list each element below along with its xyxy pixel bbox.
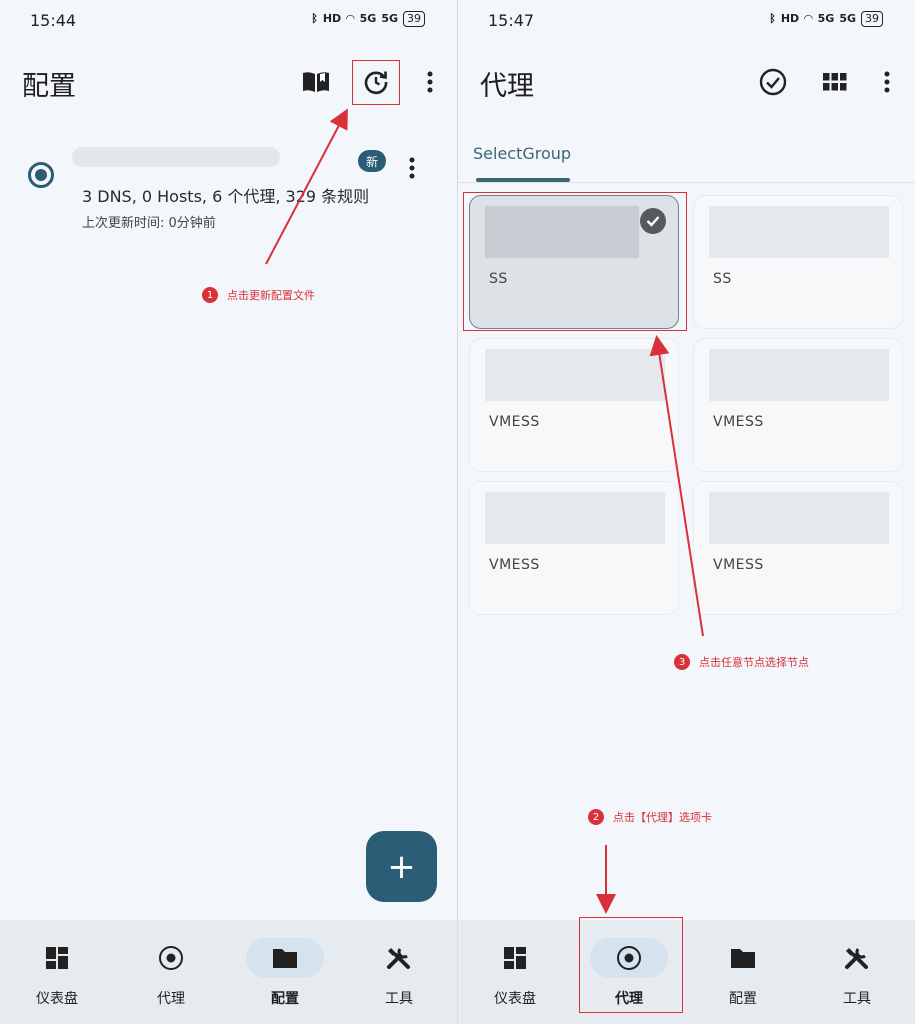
battery-icon: 39 bbox=[403, 11, 425, 27]
profile-name-redacted bbox=[72, 147, 280, 167]
nav-item-profiles[interactable]: 配置 bbox=[686, 920, 800, 1024]
annotation-number: 3 bbox=[674, 654, 690, 670]
bottom-nav: 仪表盘 代理 配置 工具 bbox=[458, 920, 915, 1024]
tab-divider bbox=[458, 182, 915, 183]
folder-icon bbox=[704, 938, 782, 978]
battery-icon: 39 bbox=[861, 11, 883, 27]
dashboard-icon bbox=[18, 938, 96, 978]
proxy-card[interactable]: VMESS bbox=[469, 481, 679, 615]
wifi-icon: ◠ bbox=[346, 12, 355, 25]
annotation-text: 点击任意节点选择节点 bbox=[699, 656, 809, 669]
annotation-step-1: 1 点击更新配置文件 bbox=[202, 287, 315, 303]
nav-item-profiles[interactable]: 配置 bbox=[228, 920, 342, 1024]
signal-icon: 5G bbox=[839, 12, 856, 25]
annotation-step-3: 3 点击任意节点选择节点 bbox=[674, 654, 809, 670]
proxy-card[interactable]: VMESS bbox=[469, 338, 679, 472]
radio-selected-dot bbox=[35, 169, 47, 181]
proxy-type: VMESS bbox=[489, 414, 540, 430]
nav-label: 配置 bbox=[271, 991, 299, 1007]
annotation-highlight-card bbox=[463, 192, 687, 331]
bluetooth-icon: ᛒ bbox=[311, 12, 318, 25]
bluetooth-icon: ᛒ bbox=[769, 12, 776, 25]
radio-target-icon bbox=[132, 938, 210, 978]
nav-label: 仪表盘 bbox=[36, 991, 78, 1007]
proxy-type: SS bbox=[713, 271, 732, 287]
nav-label: 代理 bbox=[157, 991, 185, 1007]
proxy-type: VMESS bbox=[713, 414, 764, 430]
nav-item-proxy[interactable]: 代理 bbox=[114, 920, 228, 1024]
status-time: 15:47 bbox=[488, 11, 535, 30]
annotation-step-2: 2 点击【代理】选项卡 bbox=[588, 809, 712, 825]
status-bar: 15:47 ᛒ HD ◠ 5G 5G 39 bbox=[458, 0, 915, 42]
tools-icon bbox=[360, 938, 438, 978]
nav-label: 仪表盘 bbox=[494, 991, 536, 1007]
nav-item-tools[interactable]: 工具 bbox=[800, 920, 914, 1024]
profiles-screen: 15:44 ᛒ HD ◠ 5G 5G 39 配置 新 3 DNS, 0 Host… bbox=[0, 0, 457, 1024]
page-title: 代理 bbox=[480, 71, 534, 102]
proxy-type: VMESS bbox=[713, 557, 764, 573]
more-vert-icon[interactable] bbox=[867, 62, 907, 102]
proxy-name-redacted bbox=[709, 492, 889, 544]
add-profile-button[interactable]: + bbox=[366, 831, 437, 902]
status-icons: ᛒ HD ◠ 5G 5G 39 bbox=[311, 11, 425, 27]
nav-item-dashboard[interactable]: 仪表盘 bbox=[458, 920, 572, 1024]
bottom-nav: 仪表盘 代理 配置 工具 bbox=[0, 920, 457, 1024]
signal-icon: 5G bbox=[359, 12, 377, 25]
status-bar: 15:44 ᛒ HD ◠ 5G 5G 39 bbox=[0, 0, 457, 42]
nav-item-dashboard[interactable]: 仪表盘 bbox=[0, 920, 114, 1024]
profile-radio[interactable] bbox=[28, 162, 54, 188]
annotation-number: 2 bbox=[588, 809, 604, 825]
folder-icon bbox=[246, 938, 324, 978]
page-title: 配置 bbox=[22, 71, 76, 102]
book-open-icon[interactable] bbox=[296, 62, 336, 102]
nav-label: 工具 bbox=[385, 991, 413, 1007]
tools-icon bbox=[818, 938, 896, 978]
hd-icon: HD bbox=[780, 12, 800, 25]
signal-icon: 5G bbox=[817, 12, 835, 25]
nav-label: 配置 bbox=[729, 991, 757, 1007]
more-vert-icon[interactable] bbox=[410, 62, 450, 102]
nav-label: 工具 bbox=[843, 991, 871, 1007]
profile-updated-time: 上次更新时间: 0分钟前 bbox=[82, 216, 216, 231]
annotation-highlight-nav bbox=[579, 917, 683, 1013]
proxy-name-redacted bbox=[709, 349, 889, 401]
profile-more-icon[interactable] bbox=[392, 148, 432, 188]
proxy-card[interactable]: SS bbox=[693, 195, 903, 329]
hd-icon: HD bbox=[322, 12, 342, 25]
signal-icon: 5G bbox=[381, 12, 398, 25]
proxy-type: VMESS bbox=[489, 557, 540, 573]
proxy-name-redacted bbox=[485, 492, 665, 544]
profile-summary: 3 DNS, 0 Hosts, 6 个代理, 329 条规则 bbox=[82, 187, 370, 206]
new-badge: 新 bbox=[358, 150, 386, 172]
status-icons: ᛒ HD ◠ 5G 5G 39 bbox=[769, 11, 883, 27]
dashboard-icon bbox=[476, 938, 554, 978]
grid-view-icon[interactable] bbox=[815, 62, 855, 102]
annotation-number: 1 bbox=[202, 287, 218, 303]
wifi-icon: ◠ bbox=[804, 12, 813, 25]
annotation-text: 点击【代理】选项卡 bbox=[613, 811, 712, 824]
proxy-name-redacted bbox=[709, 206, 889, 258]
proxy-name-redacted bbox=[485, 349, 665, 401]
annotation-text: 点击更新配置文件 bbox=[227, 289, 315, 302]
check-circle-icon[interactable] bbox=[753, 62, 793, 102]
proxy-card[interactable]: VMESS bbox=[693, 338, 903, 472]
proxy-card[interactable]: VMESS bbox=[693, 481, 903, 615]
status-time: 15:44 bbox=[30, 11, 77, 30]
nav-item-tools[interactable]: 工具 bbox=[342, 920, 456, 1024]
proxies-screen: 15:47 ᛒ HD ◠ 5G 5G 39 代理 SelectGroup SS … bbox=[458, 0, 915, 1024]
tab-selectgroup[interactable]: SelectGroup bbox=[473, 144, 571, 163]
annotation-highlight-refresh bbox=[352, 60, 400, 105]
